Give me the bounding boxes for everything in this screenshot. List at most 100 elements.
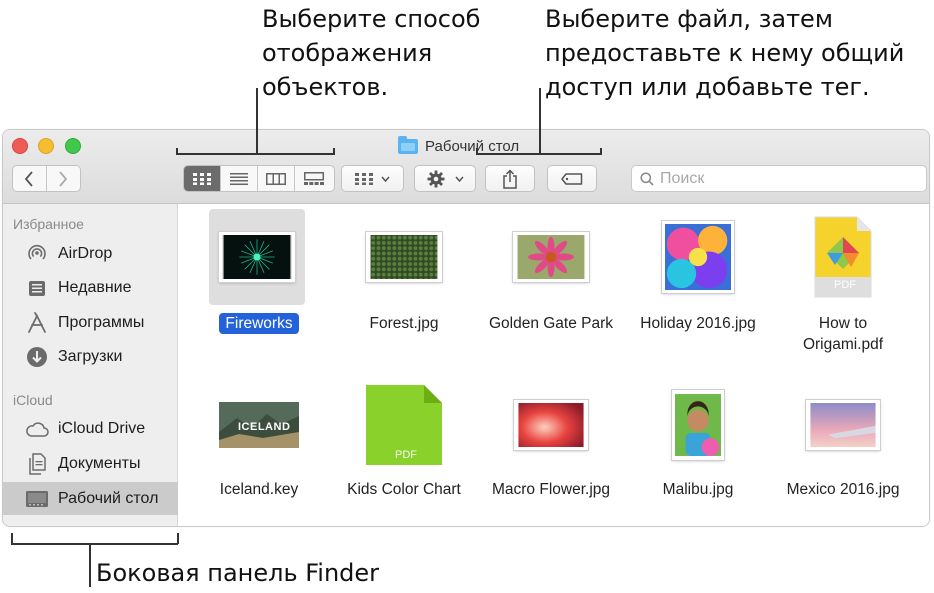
callout-line-text: Выберите способ bbox=[262, 5, 481, 33]
sidebar-item-airdrop[interactable]: AirDrop bbox=[3, 238, 178, 270]
group-by-button[interactable] bbox=[341, 165, 404, 192]
list-view-button[interactable] bbox=[221, 166, 258, 191]
action-menu-button[interactable] bbox=[414, 165, 476, 192]
sidebar-item-icloud-drive[interactable]: iCloud Drive bbox=[3, 413, 178, 445]
gear-icon bbox=[427, 170, 444, 187]
callout-bracket bbox=[177, 533, 179, 544]
desktop-icon bbox=[25, 487, 49, 511]
pdf-badge: PDF bbox=[395, 449, 417, 461]
callout-bracket bbox=[11, 543, 178, 545]
list-view-icon bbox=[230, 172, 248, 185]
file-grid: Fireworks Forest.jpg Golden Gate Park Ho… bbox=[179, 204, 929, 526]
file-name: Kids Color Chart bbox=[347, 481, 461, 498]
pdf-badge: PDF bbox=[834, 279, 856, 291]
fireworks-thumbnail bbox=[219, 232, 295, 282]
sidebar-heading-favorites: Избранное bbox=[13, 216, 84, 232]
column-view-button[interactable] bbox=[258, 166, 295, 191]
group-by-icon bbox=[355, 172, 373, 185]
share-button[interactable] bbox=[485, 165, 535, 192]
file-name: Mexico 2016.jpg bbox=[786, 481, 900, 498]
file-name: Holiday 2016.jpg bbox=[640, 315, 756, 332]
chevron-down-icon bbox=[381, 176, 390, 182]
file-name: Golden Gate Park bbox=[488, 315, 614, 332]
callout-bracket bbox=[476, 148, 478, 155]
chevron-left-icon bbox=[25, 170, 33, 187]
minimize-button[interactable] bbox=[38, 138, 54, 154]
close-button[interactable] bbox=[12, 138, 28, 154]
callout-bracket bbox=[476, 153, 601, 155]
callout-pointer-line bbox=[89, 543, 91, 587]
window-title: Рабочий стол bbox=[425, 137, 520, 155]
callout-line-text: объектов. bbox=[262, 73, 389, 101]
callout-view-mode: Выберите способ отображения объектов. bbox=[262, 2, 480, 104]
view-mode-control bbox=[183, 165, 335, 192]
gallery-view-icon bbox=[303, 172, 324, 185]
callout-line-text: Боковая панель Finder bbox=[96, 559, 380, 587]
documents-icon bbox=[25, 452, 49, 476]
file-name-line: How to bbox=[818, 315, 868, 332]
tag-button[interactable] bbox=[547, 165, 597, 192]
sidebar-item-label: Программы bbox=[58, 314, 145, 331]
applications-icon bbox=[25, 311, 49, 335]
file-thumbnail bbox=[628, 209, 768, 305]
file-name: How to Origami.pdf bbox=[773, 313, 913, 355]
callout-bracket bbox=[176, 153, 334, 155]
file-thumbnail: PDF bbox=[773, 209, 913, 305]
cloud-icon bbox=[25, 417, 49, 441]
toolbar: Рабочий стол bbox=[3, 130, 929, 204]
zoom-button[interactable] bbox=[65, 138, 81, 154]
search-field[interactable] bbox=[631, 165, 927, 192]
column-view-icon bbox=[266, 172, 286, 185]
sidebar-item-label: Загрузки bbox=[58, 348, 123, 365]
file-thumbnail: ICELAND bbox=[189, 377, 329, 473]
file-thumbnail bbox=[628, 377, 768, 473]
back-button[interactable] bbox=[13, 166, 47, 191]
sidebar-item-recents[interactable]: Недавние bbox=[3, 272, 178, 304]
sidebar-item-downloads[interactable]: Загрузки bbox=[3, 341, 178, 373]
callout-pointer-line bbox=[539, 88, 541, 154]
callout-bracket bbox=[176, 148, 178, 155]
recents-icon bbox=[25, 276, 49, 300]
sidebar-item-label: AirDrop bbox=[58, 245, 113, 262]
callout-line-text: отображения bbox=[262, 39, 433, 67]
sidebar-item-label: Документы bbox=[58, 455, 141, 472]
sidebar-item-documents[interactable]: Документы bbox=[3, 448, 178, 480]
callout-line-text: предоставьте к нему общий bbox=[545, 39, 905, 67]
holiday-thumbnail bbox=[662, 221, 734, 293]
callout-sidebar: Боковая панель Finder bbox=[96, 556, 379, 590]
sidebar-item-label: Рабочий стол bbox=[58, 489, 159, 507]
sidebar-item-label: Недавние bbox=[58, 279, 132, 296]
search-icon bbox=[640, 171, 654, 186]
malibu-thumbnail bbox=[672, 390, 724, 460]
finder-sidebar: Избранное AirDrop Недавние Программы Заг… bbox=[3, 204, 178, 526]
file-thumbnail: PDF bbox=[334, 377, 474, 473]
file-name-line: Origami.pdf bbox=[802, 336, 884, 353]
finder-window: Рабочий стол Поиск Избранное AirDrop Нед… bbox=[2, 129, 930, 527]
mexico-thumbnail bbox=[806, 400, 880, 450]
forward-button[interactable] bbox=[47, 166, 81, 191]
callout-share-tag: Выберите файл, затем предоставьте к нему… bbox=[545, 2, 904, 104]
chevron-right-icon bbox=[59, 170, 68, 187]
sidebar-item-applications[interactable]: Программы bbox=[3, 307, 178, 339]
file-name: Forest.jpg bbox=[369, 315, 439, 332]
macro-flower-thumbnail bbox=[514, 400, 588, 450]
sidebar-item-desktop[interactable]: Рабочий стол bbox=[3, 482, 178, 515]
callout-bracket bbox=[600, 148, 602, 155]
search-input[interactable] bbox=[660, 169, 910, 188]
file-name: Fireworks bbox=[219, 313, 299, 334]
forest-thumbnail bbox=[366, 232, 442, 282]
flower-thumbnail bbox=[513, 232, 589, 282]
file-thumbnail bbox=[209, 209, 305, 305]
file-thumbnail bbox=[481, 209, 621, 305]
gallery-view-button[interactable] bbox=[295, 166, 332, 191]
callout-line-text: доступ или добавьте тег. bbox=[545, 73, 870, 101]
icon-view-icon bbox=[193, 172, 211, 185]
chevron-down-icon bbox=[454, 176, 464, 182]
downloads-icon bbox=[25, 345, 49, 369]
share-icon bbox=[503, 168, 517, 189]
sidebar-item-label: iCloud Drive bbox=[58, 420, 146, 437]
file-thumbnail bbox=[334, 209, 474, 305]
callout-bracket bbox=[11, 533, 13, 544]
tag-icon bbox=[561, 172, 583, 185]
icon-view-button[interactable] bbox=[184, 166, 221, 191]
